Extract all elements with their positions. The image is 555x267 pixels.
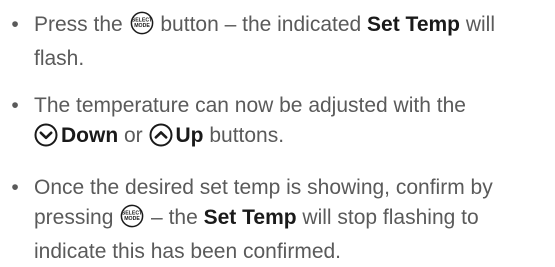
instruction-text: Once the desired set temp is showing, co… (34, 176, 493, 199)
instruction-line: pressing SELECT MODE – the Set Temp will … (34, 203, 553, 237)
instruction-text: – the (145, 206, 204, 229)
instruction-line: indicate this has been confirmed. (34, 237, 553, 267)
select-mode-button-icon: SELECT MODE (130, 11, 154, 44)
icon-label-mode: MODE (124, 216, 140, 222)
emphasis-text: Set Temp (203, 206, 297, 229)
instruction-line: Press the SELECT MODE button – the indica… (34, 10, 553, 44)
emphasis-text: Down (61, 124, 119, 147)
instruction-document: • Press the SELECT MODE button – the indic… (0, 0, 555, 263)
instruction-text: flash. (34, 47, 85, 70)
instruction-text: will (460, 13, 496, 36)
instruction-text: will stop flashing to (296, 206, 479, 229)
bullet-marker: • (11, 176, 19, 199)
instruction-line: Once the desired set temp is showing, co… (34, 173, 553, 203)
instruction-text: The temperature can now be adjusted with… (34, 94, 466, 117)
instruction-line: flash. (34, 44, 553, 74)
icon-label-mode: MODE (134, 23, 150, 29)
instruction-text: buttons. (203, 124, 285, 147)
instruction-text: button – the indicated (154, 13, 368, 36)
emphasis-text: Set Temp (367, 13, 461, 36)
select-mode-button-icon: SELECT MODE (120, 204, 144, 237)
emphasis-text: Up (175, 124, 204, 147)
bullet-marker: • (11, 94, 19, 117)
instruction-item: • Once the desired set temp is showing, c… (8, 173, 553, 267)
instruction-line: Down or Up buttons. (34, 121, 553, 156)
instruction-line: The temperature can now be adjusted with… (34, 91, 553, 121)
up-arrow-button-icon (149, 123, 173, 156)
instruction-text: indicate this has been confirmed. (34, 240, 342, 263)
down-arrow-button-icon (34, 123, 58, 156)
instruction-item: • Press the SELECT MODE button – the indic… (8, 10, 553, 74)
instruction-text: pressing (34, 206, 120, 229)
bullet-marker: • (11, 13, 19, 36)
instruction-text: Press the (34, 13, 129, 36)
instruction-text: or (118, 124, 149, 147)
instruction-item: • The temperature can now be adjusted wit… (8, 91, 553, 156)
instruction-list: • Press the SELECT MODE button – the indic… (8, 10, 553, 267)
